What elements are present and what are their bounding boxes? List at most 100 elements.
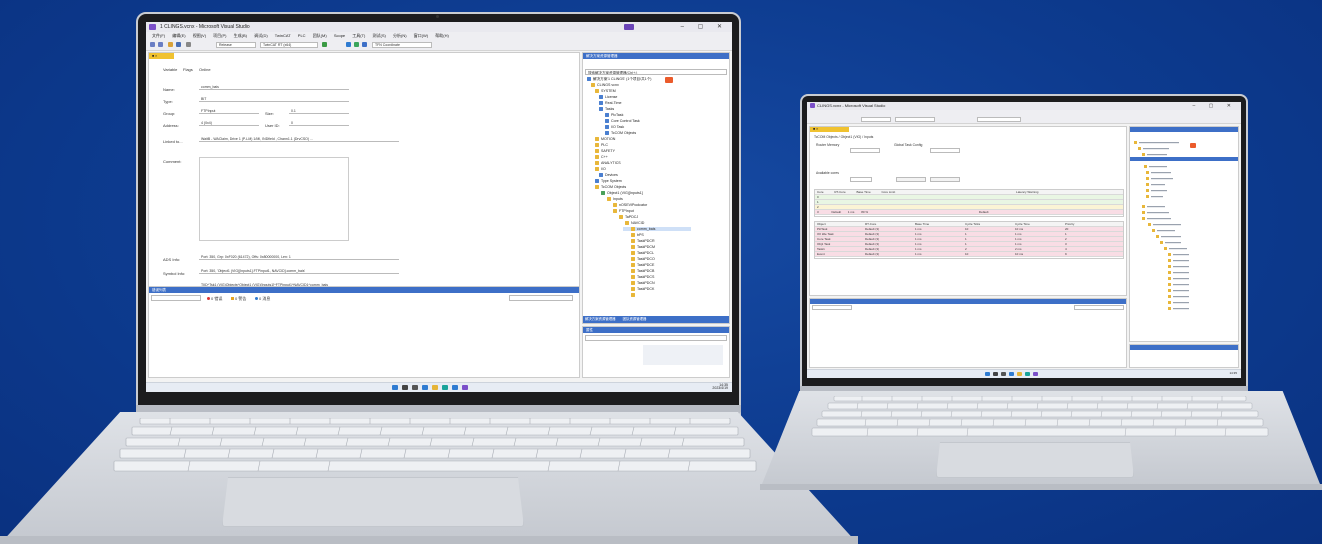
tree-io[interactable]: I/O bbox=[595, 167, 606, 172]
menu-project[interactable]: 项目(P) bbox=[213, 33, 226, 38]
comment-box[interactable] bbox=[199, 157, 349, 241]
filter-warnings[interactable]: 0 警告 bbox=[231, 296, 246, 302]
error-search-input[interactable] bbox=[509, 295, 573, 301]
cores-stepper[interactable] bbox=[850, 177, 872, 182]
tree-item-32[interactable]: TaskPDCB bbox=[631, 269, 654, 274]
tree-tccom[interactable]: TcCOM Objects bbox=[605, 131, 636, 136]
tab-team-explorer[interactable]: 团队资源管理器 bbox=[623, 317, 647, 321]
activate-icon[interactable] bbox=[346, 42, 351, 47]
tab-online[interactable]: Online bbox=[199, 67, 211, 72]
search-icon[interactable] bbox=[402, 385, 408, 390]
menu-tools[interactable]: 工具(T) bbox=[352, 33, 365, 38]
tree-inputs[interactable]: Inputs bbox=[607, 197, 623, 202]
small-search-icon[interactable] bbox=[993, 372, 998, 376]
tree-item-27[interactable]: TaskPDCR bbox=[631, 239, 655, 244]
widgets-icon[interactable] bbox=[422, 385, 428, 390]
small-touchpad[interactable] bbox=[936, 442, 1134, 478]
tree-tapdcj[interactable]: TaPDCJ bbox=[619, 215, 638, 220]
user-id-field[interactable]: 0 bbox=[289, 120, 349, 126]
tree-plc[interactable]: PLC bbox=[595, 143, 608, 148]
store-icon[interactable] bbox=[452, 385, 458, 390]
address-field[interactable]: 4 (0x4) bbox=[199, 120, 259, 126]
menu-window[interactable]: 窗口(W) bbox=[414, 33, 428, 38]
tree-item-36[interactable] bbox=[631, 293, 637, 298]
menu-edit[interactable]: 编辑(E) bbox=[172, 33, 185, 38]
tree-realtime[interactable]: Real-Time bbox=[599, 101, 621, 106]
tree-plctask[interactable]: PlcTask bbox=[605, 113, 623, 118]
core-row-3[interactable]: 3 Default 1 ms 80 % Default bbox=[815, 210, 1123, 215]
back-icon[interactable] bbox=[150, 42, 155, 47]
menu-scope[interactable]: Scope bbox=[334, 33, 345, 38]
tree-item-29[interactable]: TaskPDCL bbox=[631, 251, 654, 256]
tree-core-task[interactable]: Core Control Task bbox=[605, 119, 640, 124]
task-row[interactable]: Event Default (3) 1 ms 10 10 ms 9 bbox=[815, 252, 1123, 257]
editor-tab[interactable]: ■ × bbox=[149, 53, 174, 59]
solution-search-input[interactable]: 搜索解决方案资源管理器(Ctrl+;) bbox=[585, 69, 727, 75]
window-controls[interactable]: – ▢ ✕ bbox=[681, 23, 728, 30]
tree-item-35[interactable]: TaskPDCK bbox=[631, 287, 654, 292]
menu-view[interactable]: 视图(V) bbox=[193, 33, 206, 38]
menu-twincat[interactable]: TwinCAT bbox=[275, 33, 291, 38]
group-field[interactable]: FTPInput bbox=[199, 108, 259, 114]
filter-errors[interactable]: 0 错误 bbox=[207, 296, 222, 302]
tab-variable[interactable]: Variable bbox=[163, 67, 177, 72]
config-mode-icon[interactable] bbox=[362, 42, 367, 47]
edge-icon[interactable] bbox=[442, 385, 448, 390]
type-field[interactable]: BIT bbox=[199, 96, 349, 102]
linked-button[interactable]: Linked to... bbox=[163, 139, 183, 144]
small-target-combo[interactable] bbox=[977, 117, 1021, 122]
tree-io-task[interactable]: I/O Task bbox=[605, 125, 624, 130]
small-editor-tab[interactable]: ■ × bbox=[810, 127, 849, 132]
restart-icon[interactable] bbox=[354, 42, 359, 47]
global-task-field[interactable] bbox=[930, 148, 960, 153]
tree-analytics[interactable]: ANALYTICS bbox=[595, 161, 621, 166]
large-touchpad[interactable] bbox=[222, 477, 524, 527]
new-file-icon[interactable] bbox=[168, 42, 173, 47]
menu-team[interactable]: 团队(M) bbox=[313, 33, 327, 38]
size-field[interactable]: 0.1 bbox=[289, 108, 349, 114]
small-edge-icon[interactable] bbox=[1025, 372, 1030, 376]
tree-bps[interactable]: bPS bbox=[631, 233, 644, 238]
undo-icon[interactable] bbox=[186, 42, 191, 47]
target-combo[interactable]: TFN Coordinate bbox=[372, 42, 432, 48]
router-memory-field[interactable] bbox=[850, 148, 880, 153]
tree-item-28[interactable]: TaskPDCM bbox=[631, 245, 655, 250]
read-from-target-button[interactable] bbox=[896, 177, 926, 182]
start-icon[interactable] bbox=[322, 42, 327, 47]
tree-item-34[interactable]: TaskPDCN bbox=[631, 281, 655, 286]
small-window-controls[interactable]: – ▢ ✕ bbox=[1193, 103, 1237, 109]
small-start-icon[interactable] bbox=[985, 372, 990, 376]
tree-motion[interactable]: MOTION bbox=[595, 137, 615, 142]
menu-file[interactable]: 文件(F) bbox=[152, 33, 165, 38]
small-widgets-icon[interactable] bbox=[1009, 372, 1014, 376]
small-explorer-icon[interactable] bbox=[1017, 372, 1022, 376]
tree-devices[interactable]: Devices bbox=[599, 173, 618, 178]
small-config-combo[interactable] bbox=[861, 117, 891, 122]
tree-nosevip[interactable]: nOSEVIPoolcator bbox=[613, 203, 647, 208]
tree-comm-bais[interactable]: comm_bais bbox=[623, 227, 691, 232]
tree-type-system[interactable]: Type System bbox=[595, 179, 622, 184]
tree-tasks[interactable]: Tasks bbox=[599, 107, 614, 112]
tree-navcid[interactable]: NAVCID bbox=[625, 221, 644, 226]
menu-test[interactable]: 测试(S) bbox=[373, 33, 386, 38]
small-vs-icon[interactable] bbox=[1033, 372, 1038, 376]
menu-analyze[interactable]: 分析(N) bbox=[393, 33, 407, 38]
tab-flags[interactable]: Flags bbox=[183, 67, 193, 72]
small-platform-combo[interactable] bbox=[895, 117, 935, 122]
tree-tccom-objects[interactable]: TcCOM Objects bbox=[595, 185, 626, 190]
save-icon[interactable] bbox=[176, 42, 181, 47]
explorer-icon[interactable] bbox=[432, 385, 438, 390]
config-combo[interactable]: Release bbox=[216, 42, 256, 48]
tree-item-33[interactable]: TaskPDCS bbox=[631, 275, 654, 280]
tree-item-31[interactable]: TaskPDCE bbox=[631, 263, 654, 268]
menu-build[interactable]: 生成(B) bbox=[234, 33, 247, 38]
error-scope-combo[interactable] bbox=[151, 295, 201, 301]
tree-item-30[interactable]: TaskPDCO bbox=[631, 257, 655, 262]
properties-object-combo[interactable] bbox=[585, 335, 727, 341]
menu-help[interactable]: 帮助(H) bbox=[435, 33, 449, 38]
linked-field[interactable]: WaitB - WAClaim, Drive 1 (P-LM) 1/MI, IN… bbox=[199, 136, 399, 142]
tree-system[interactable]: SYSTEM bbox=[595, 89, 616, 94]
filter-messages[interactable]: 0 消息 bbox=[255, 296, 270, 302]
tree-cpp[interactable]: C++ bbox=[595, 155, 608, 160]
account-badge[interactable] bbox=[624, 24, 634, 30]
